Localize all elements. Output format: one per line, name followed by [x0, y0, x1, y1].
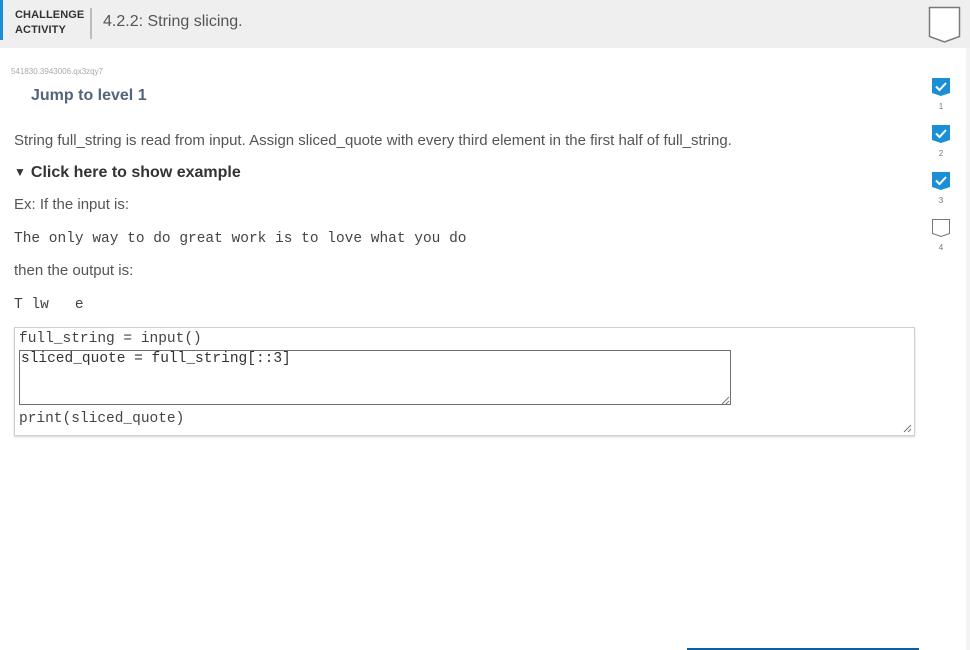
header-accent-bar — [0, 0, 3, 40]
activity-kind-line2: ACTIVITY — [15, 24, 66, 36]
activity-id: 541830.3943006.qx3zqy7 — [11, 67, 104, 76]
inner-resize-grip-icon[interactable] — [721, 396, 730, 405]
example-output-text: T lw e — [14, 297, 84, 313]
level-complete-check-icon — [932, 172, 950, 190]
triangle-down-icon: ▼ — [14, 165, 26, 179]
activity-title: 4.2.2: String slicing. — [103, 13, 243, 30]
problem-prompt: String full_string is read from input. A… — [14, 132, 732, 149]
level-2[interactable]: 2 — [932, 125, 950, 158]
example-input-text: The only way to do great work is to love… — [14, 231, 467, 247]
level-number: 4 — [938, 243, 944, 252]
level-incomplete-icon — [932, 219, 950, 238]
code-editor: full_string = input() sliced_quote = ful… — [14, 327, 915, 436]
code-line-readonly-bottom: print(sliced_quote) — [19, 411, 185, 427]
level-number: 2 — [938, 149, 944, 158]
show-example-label: Click here to show example — [30, 164, 241, 181]
outer-resize-grip-icon[interactable] — [903, 424, 912, 433]
activity-header: CHALLENGE ACTIVITY 4.2.2: String slicing… — [0, 0, 970, 48]
level-4[interactable]: 4 — [932, 219, 950, 252]
activity-kind-line1: CHALLENGE — [15, 9, 85, 21]
level-1[interactable]: 1 — [932, 78, 950, 111]
header-divider — [90, 8, 92, 39]
example-input-label: Ex: If the input is: — [14, 196, 130, 213]
completion-badge-icon — [928, 6, 962, 49]
jump-to-level-link[interactable]: Jump to level 1 — [31, 87, 147, 105]
level-number: 1 — [938, 102, 944, 111]
activity-kind: CHALLENGE ACTIVITY — [15, 8, 84, 38]
level-number: 3 — [938, 196, 944, 205]
example-output-label: then the output is: — [14, 262, 134, 279]
level-3[interactable]: 3 — [932, 172, 950, 205]
right-scroll-edge — [966, 48, 970, 650]
code-input[interactable]: sliced_quote = full_string[::3] — [19, 350, 731, 405]
level-complete-check-icon — [932, 78, 950, 96]
show-example-toggle[interactable]: ▼ Click here to show example — [14, 164, 241, 182]
level-complete-check-icon — [932, 125, 950, 143]
code-line-readonly-top: full_string = input() — [19, 331, 202, 347]
